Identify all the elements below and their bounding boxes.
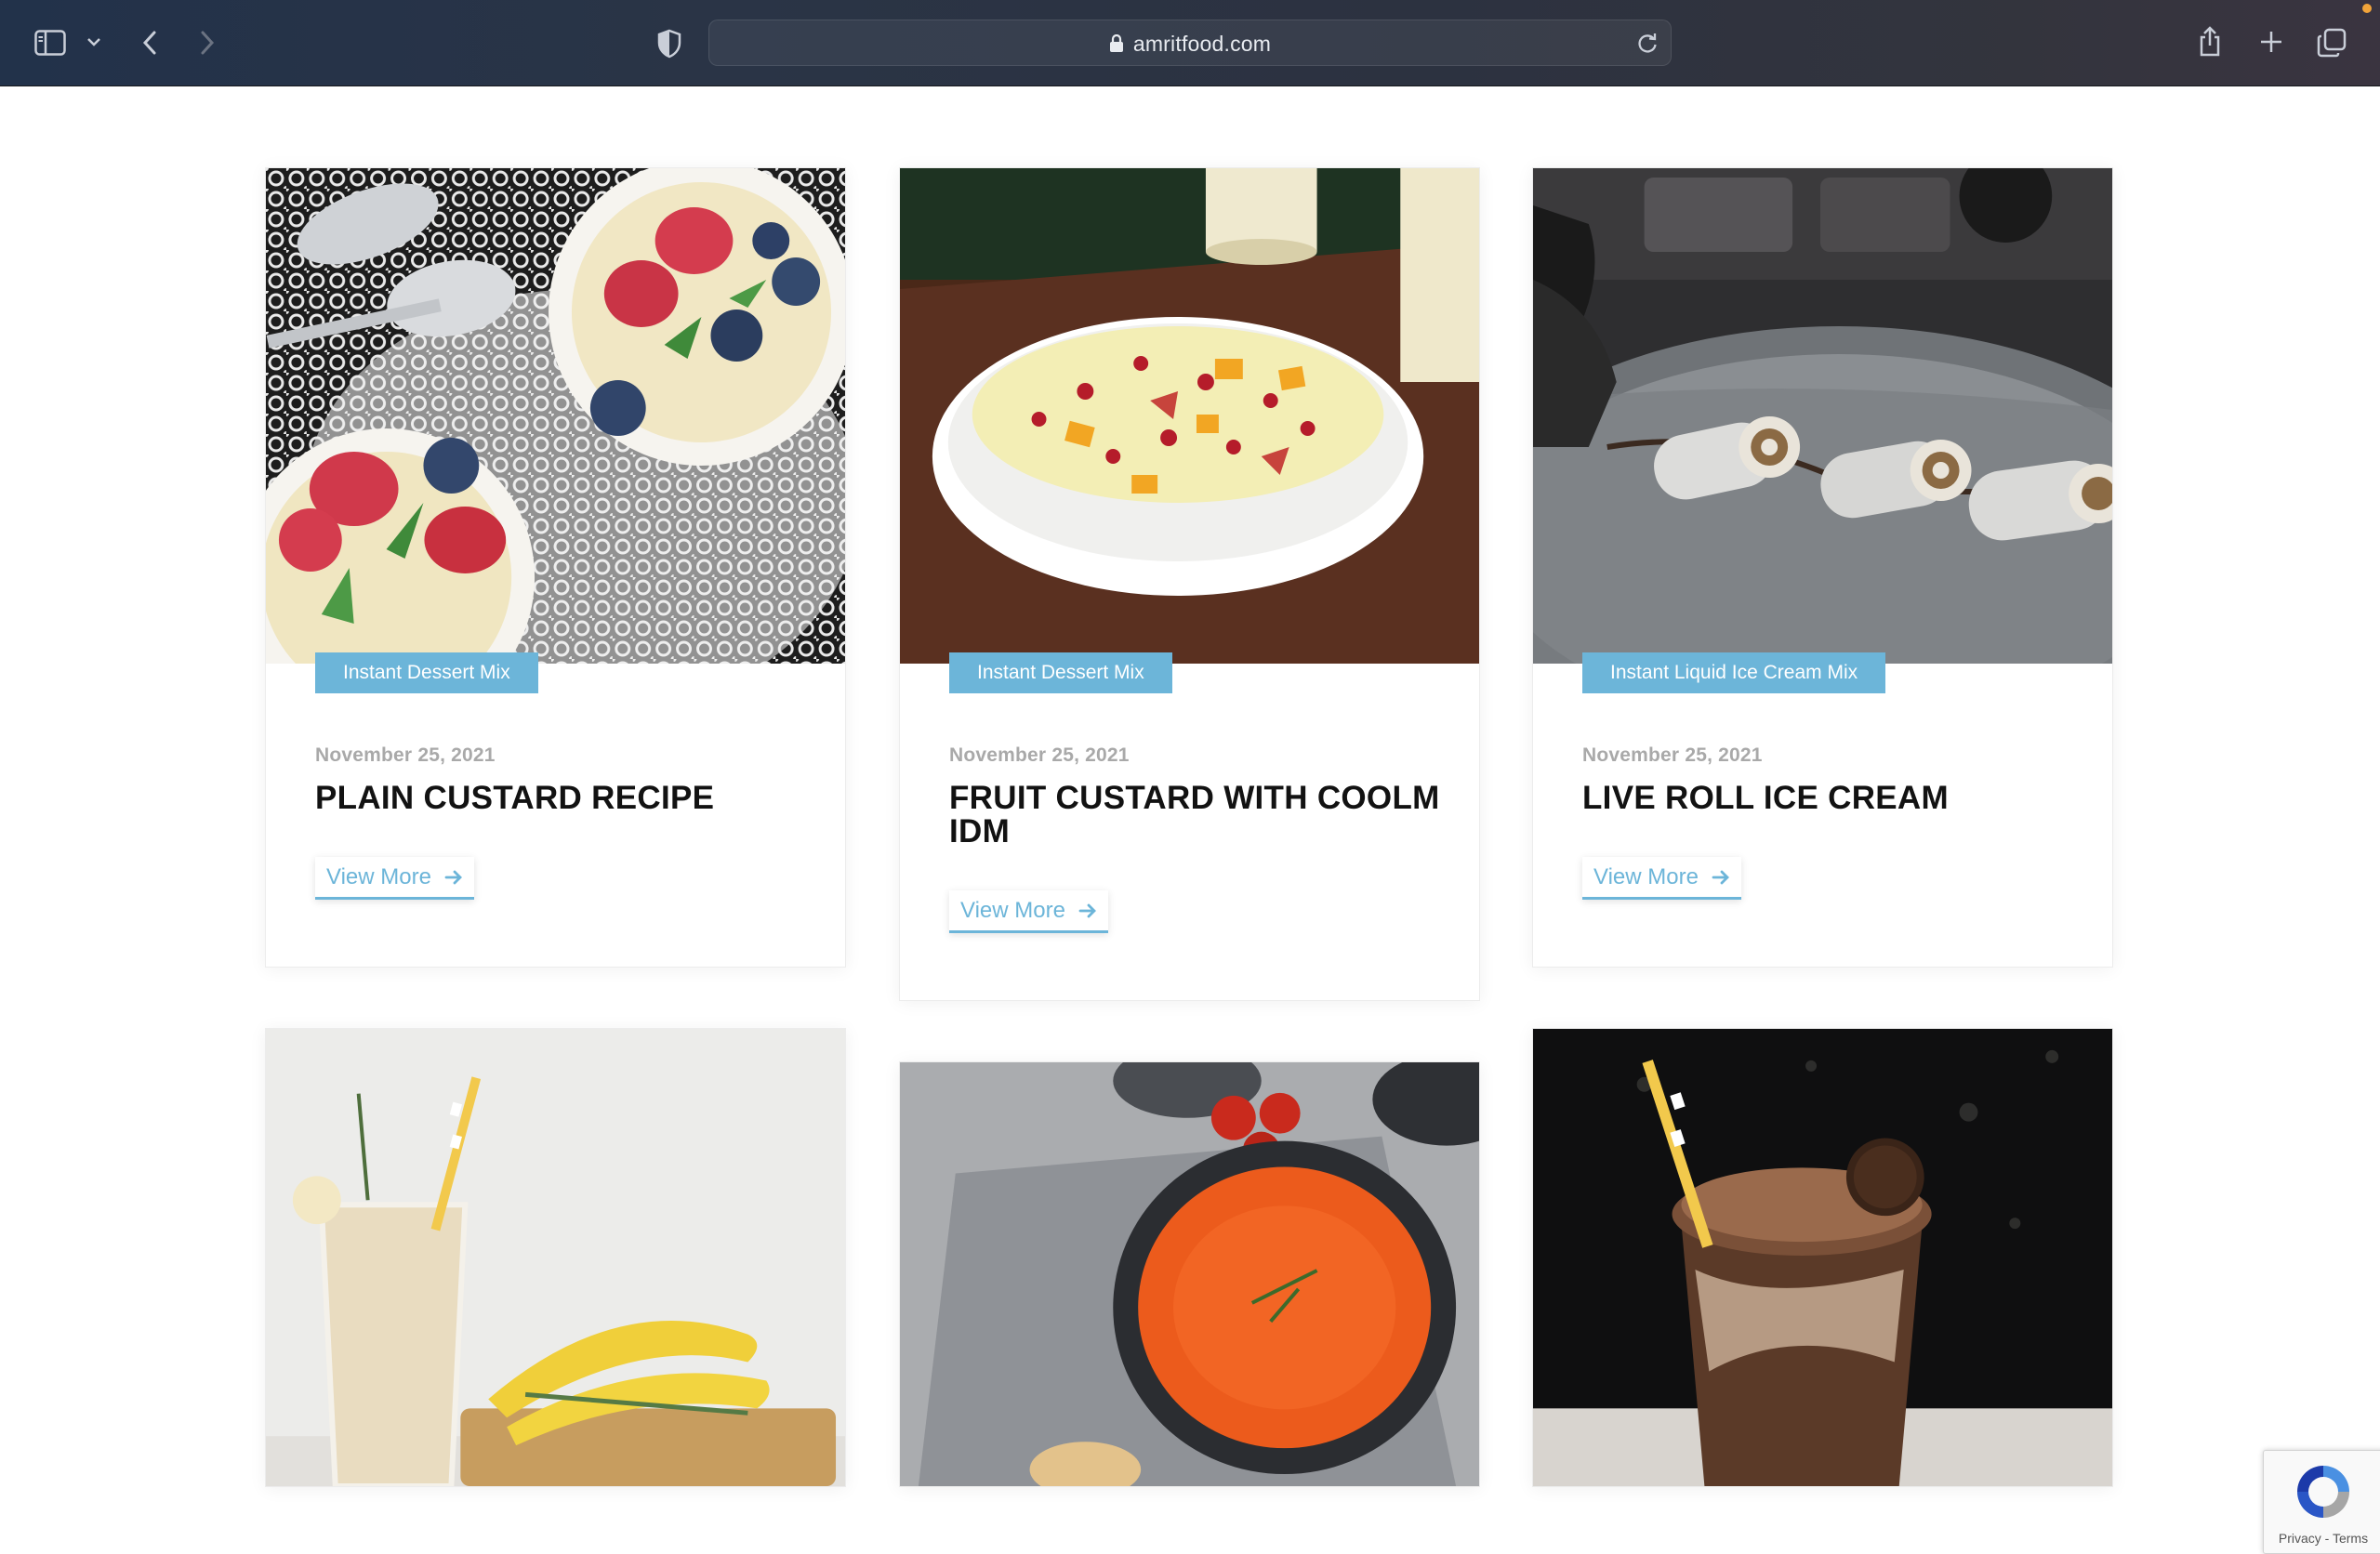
forward-button[interactable] — [193, 26, 221, 59]
recipe-image-live-roll-ice-cream[interactable] — [1533, 168, 2112, 664]
recipe-card: Instant Dessert Mix November 25, 2021 PL… — [265, 167, 846, 968]
category-badge[interactable]: Instant Dessert Mix — [949, 652, 1172, 693]
url-text: amritfood.com — [1132, 31, 1272, 56]
share-button[interactable] — [2194, 24, 2226, 59]
reload-button[interactable] — [1635, 32, 1659, 56]
view-more-label: View More — [1593, 863, 1699, 889]
post-title[interactable]: PLAIN CUSTARD RECIPE — [315, 782, 817, 815]
post-date: November 25, 2021 — [315, 744, 496, 766]
recording-indicator — [2362, 4, 2372, 13]
new-tab-icon — [2261, 32, 2281, 52]
recipe-card: Instant Liquid Ice Cream Mix November 25… — [1532, 167, 2113, 968]
post-title[interactable]: LIVE ROLL ICE CREAM — [1582, 782, 2084, 815]
browser-toolbar: amritfood.com — [0, 0, 2380, 86]
view-more-button[interactable]: View More — [1582, 857, 1741, 900]
arrow-right-icon — [1078, 903, 1096, 917]
lock-icon — [1109, 34, 1124, 53]
category-badge[interactable]: Instant Liquid Ice Cream Mix — [1582, 652, 1886, 693]
reload-icon — [1638, 33, 1657, 53]
recaptcha-icon — [2297, 1466, 2349, 1518]
post-date: November 25, 2021 — [1582, 744, 1763, 766]
chevron-down-icon — [87, 38, 100, 46]
privacy-report-button[interactable] — [654, 28, 685, 59]
forward-icon — [201, 31, 215, 55]
post-title[interactable]: FRUIT CUSTARD WITH COOLM IDM — [949, 782, 1451, 849]
recipe-image-plain-custard[interactable] — [266, 168, 845, 664]
back-icon — [142, 31, 156, 55]
recipe-image-banana-shake[interactable] — [265, 1028, 846, 1487]
view-more-label: View More — [326, 863, 431, 889]
view-more-button[interactable]: View More — [315, 857, 474, 900]
arrow-right-icon — [1712, 870, 1729, 884]
post-date: November 25, 2021 — [949, 744, 1130, 766]
recipe-image-chocolate-shake[interactable] — [1532, 1028, 2113, 1487]
new-tab-button[interactable] — [2255, 26, 2287, 58]
recipe-card: Instant Dessert Mix November 25, 2021 FR… — [899, 167, 1480, 1001]
address-bar[interactable]: amritfood.com — [708, 20, 1672, 66]
recaptcha-links[interactable]: Privacy - Terms — [2264, 1531, 2380, 1546]
page-content: Instant Dessert Mix November 25, 2021 PL… — [0, 87, 2380, 1554]
recaptcha-badge[interactable]: Privacy - Terms — [2263, 1450, 2380, 1554]
shield-icon — [657, 29, 681, 59]
sidebar-menu-button[interactable] — [84, 32, 104, 52]
view-more-label: View More — [960, 897, 1065, 923]
category-badge[interactable]: Instant Dessert Mix — [315, 652, 538, 693]
recipe-image-tomato-soup[interactable] — [899, 1061, 1480, 1487]
tabs-overview-button[interactable] — [2315, 26, 2348, 59]
sidebar-icon — [34, 30, 66, 56]
sidebar-toggle-button[interactable] — [32, 26, 69, 59]
arrow-right-icon — [444, 870, 462, 884]
share-icon — [2200, 26, 2220, 57]
recipe-image-fruit-custard[interactable] — [900, 168, 1479, 664]
back-button[interactable] — [136, 26, 164, 59]
tabs-overview-icon — [2317, 28, 2347, 58]
view-more-button[interactable]: View More — [949, 890, 1108, 933]
